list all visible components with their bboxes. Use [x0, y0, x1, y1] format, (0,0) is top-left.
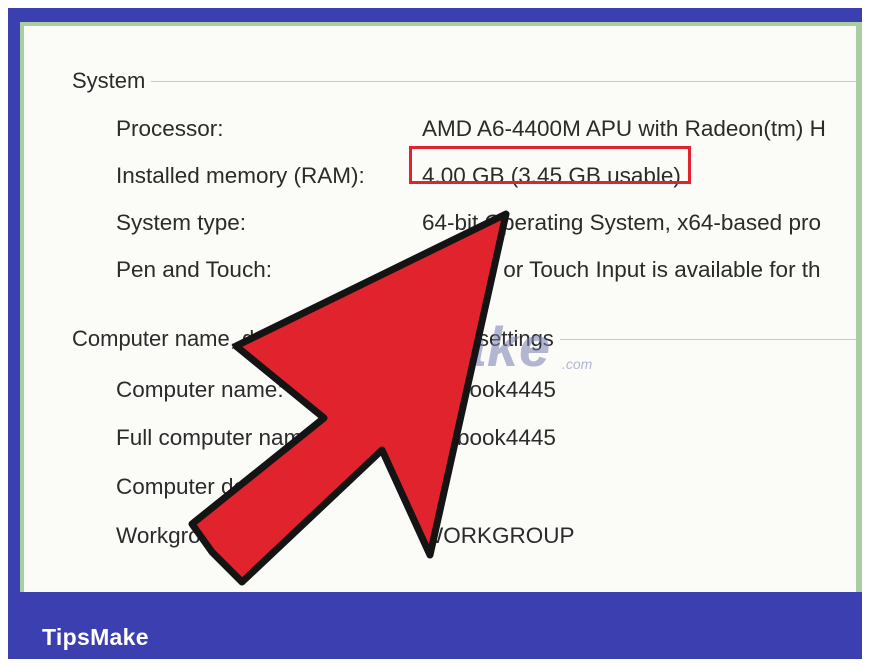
screenshot-panel: System Processor: AMD A6-4400M APU with …: [20, 22, 862, 592]
pointer-arrow-icon: [188, 210, 510, 586]
footer-brand: TipsMake: [42, 624, 149, 650]
system-properties-window: System Processor: AMD A6-4400M APU with …: [24, 26, 856, 592]
